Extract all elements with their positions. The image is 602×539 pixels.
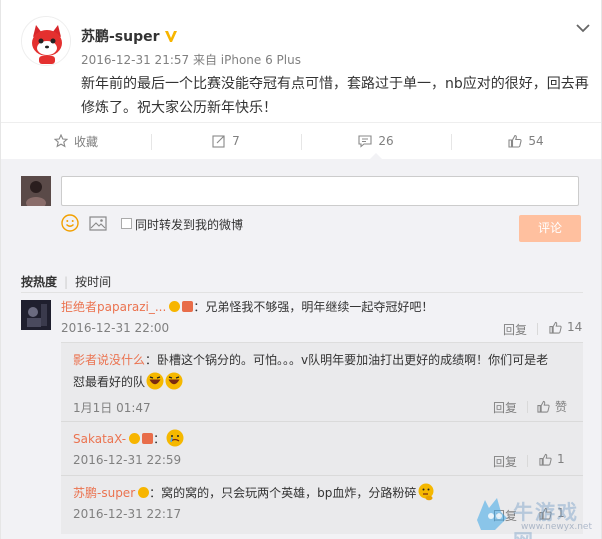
reply-username[interactable]: 苏鹏-super <box>73 486 135 500</box>
post-source-prefix: 来自 <box>189 53 221 67</box>
reply-text: ： <box>153 432 166 446</box>
reply-text-continued: 怼最看好的队 <box>73 375 146 389</box>
comment-like-count: 14 <box>567 320 583 334</box>
reply-time: 2016-12-31 22:17 <box>73 507 182 521</box>
crying-emoji-icon <box>166 429 184 447</box>
author-name[interactable]: 苏鹏-super <box>81 26 178 46</box>
sort-hot-tab[interactable]: 按热度 <box>21 275 57 289</box>
reply-body-line2: 怼最看好的队 <box>73 372 573 391</box>
favorite-label: 收藏 <box>73 134 98 149</box>
thumb-up-icon <box>549 321 562 334</box>
member-icon <box>142 433 154 444</box>
my-avatar[interactable] <box>21 176 51 206</box>
thinking-emoji-icon <box>418 483 434 501</box>
forward-button[interactable]: 7 <box>151 123 301 159</box>
reply-username[interactable]: 影者说没什么 <box>73 353 145 367</box>
laughing-emoji-icon <box>146 372 164 390</box>
verified-icon <box>164 31 177 42</box>
reply-divider <box>61 475 583 476</box>
sort-separator: | <box>64 275 69 289</box>
reply-time: 2016-12-31 22:59 <box>73 453 182 467</box>
verified-icon <box>129 433 141 444</box>
image-icon[interactable] <box>89 216 107 231</box>
emoji-icon[interactable] <box>61 214 79 232</box>
reply-time: 1月1日 01:47 <box>73 401 151 415</box>
reply-like-count: 1 <box>557 452 565 466</box>
post-header: 苏鹏-super 2016-12-31 21:57 来自 iPhone 6 Pl… <box>21 14 591 122</box>
weibo-post-card: 苏鹏-super 2016-12-31 21:57 来自 iPhone 6 Pl… <box>0 0 602 539</box>
star-icon <box>53 134 68 148</box>
reply-body: 影者说没什么：卧槽这个锅分的。可怕。。。v队明年要加油打出更好的成绩啊！你们可是… <box>73 351 573 369</box>
comment-button[interactable]: 26 <box>301 123 451 160</box>
divider <box>537 323 538 335</box>
reply-body: SakataX- ： <box>73 429 573 448</box>
like-count: 54 <box>528 134 544 148</box>
comment-icon <box>358 135 372 148</box>
verified-icon <box>138 487 150 498</box>
thumb-up-icon <box>508 134 522 148</box>
laughing-emoji-icon <box>165 372 183 390</box>
sort-time-tab[interactable]: 按时间 <box>75 275 111 289</box>
comment-input[interactable] <box>61 176 579 206</box>
comment-text: ：兄弟怪我不够强，明年继续一起夺冠好吧！ <box>193 300 434 314</box>
comment-time: 2016-12-31 22:00 <box>61 321 170 335</box>
divider <box>527 401 528 413</box>
forward-checkbox-label[interactable]: 同时转发到我的微博 <box>135 216 243 233</box>
like-button[interactable]: 54 <box>451 123 601 159</box>
reply-text: ：窝的窝的，只会玩两个英雄，bp血炸，分路粉碎 <box>149 486 417 500</box>
thumb-up-icon <box>537 400 550 413</box>
watermark-site-name: 牛游戏网 <box>513 500 579 539</box>
post-text: 新年前的最后一个比赛没能夺冠有点可惜，套路过于单一，nb应对的很好，回去再修炼了… <box>81 76 589 116</box>
reply-username[interactable]: SakataX- <box>73 432 126 446</box>
comment-like-button[interactable]: 14 <box>549 320 582 334</box>
thumb-up-icon <box>539 453 552 466</box>
sort-bar: 按热度 | 按时间 <box>21 273 111 290</box>
reply-reply-button[interactable]: 回复 <box>493 453 517 470</box>
post-source[interactable]: iPhone 6 Plus <box>221 53 301 67</box>
reply-like-button[interactable]: 赞 <box>537 398 567 415</box>
chevron-down-icon[interactable] <box>575 22 591 34</box>
comment-username[interactable]: 拒绝者paparazi_... <box>61 300 166 314</box>
site-watermark: 牛游戏网 www.newyx.net <box>473 490 599 539</box>
favorite-button[interactable]: 收藏 <box>1 123 151 159</box>
commenter-avatar[interactable] <box>21 300 51 330</box>
author-avatar[interactable] <box>21 16 71 66</box>
comment-body: 拒绝者paparazi_... ：兄弟怪我不够强，明年继续一起夺冠好吧！ <box>61 298 581 316</box>
reply-like-label: 赞 <box>555 400 568 414</box>
reply-like-button[interactable]: 1 <box>539 452 565 466</box>
post-action-bar: 收藏 7 26 54 <box>1 122 601 160</box>
forward-checkbox[interactable] <box>121 218 132 229</box>
reply-reply-button[interactable]: 回复 <box>493 399 517 416</box>
forward-icon <box>212 135 225 148</box>
reply-divider <box>61 421 583 422</box>
divider <box>527 455 528 467</box>
comment-count: 26 <box>378 134 394 148</box>
forward-count: 7 <box>232 134 240 148</box>
verified-icon <box>169 301 181 312</box>
sort-divider <box>21 292 583 293</box>
watermark-url: www.newyx.net <box>521 522 593 532</box>
post-meta: 2016-12-31 21:57 来自 iPhone 6 Plus <box>81 51 301 68</box>
post-time[interactable]: 2016-12-31 21:57 <box>81 53 189 67</box>
member-icon <box>182 301 194 312</box>
reply-text: ：卧槽这个锅分的。可怕。。。v队明年要加油打出更好的成绩啊！你们可是老 <box>145 353 549 367</box>
submit-comment-button[interactable]: 评论 <box>519 215 581 242</box>
comment-reply-button[interactable]: 回复 <box>503 321 527 338</box>
